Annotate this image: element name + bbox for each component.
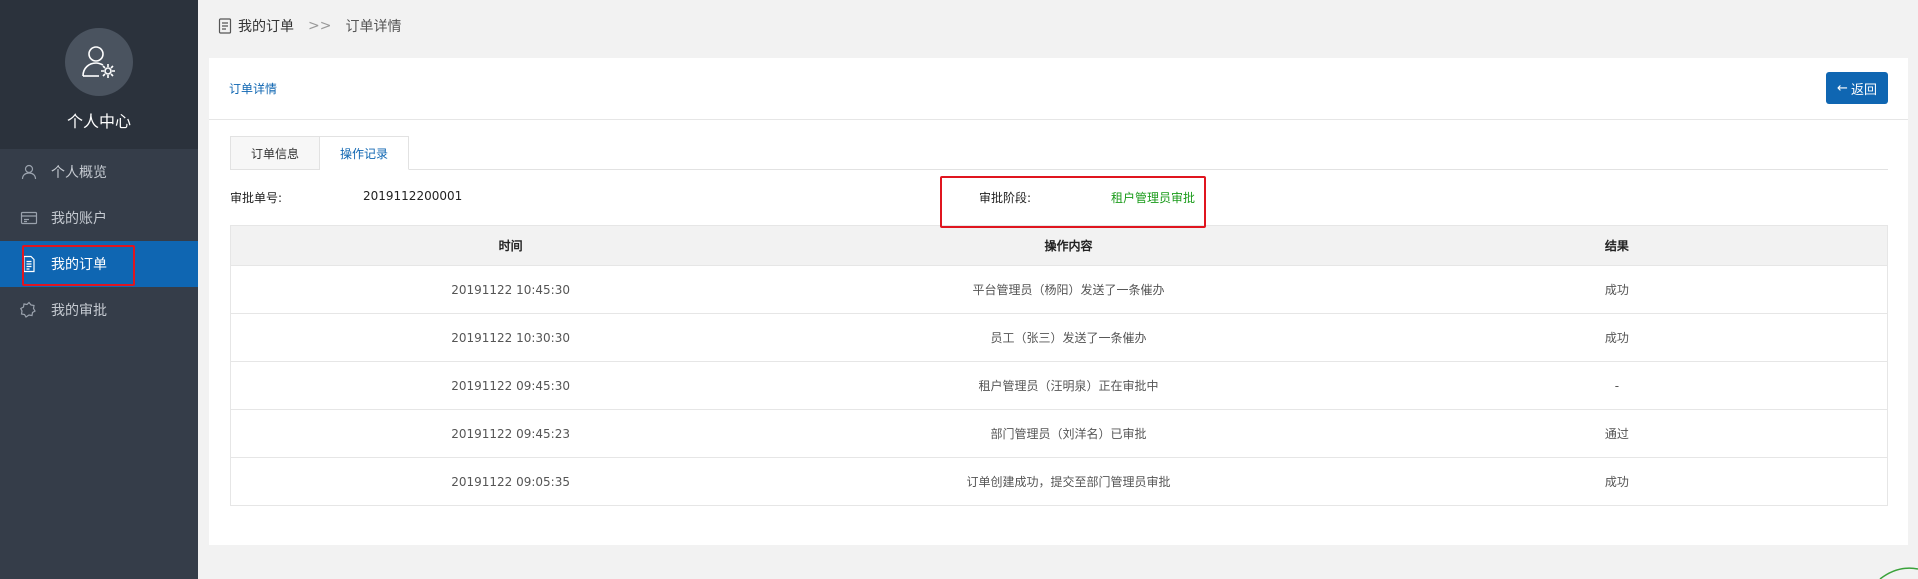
table-header-row: 时间 操作内容 结果 [230,225,1888,266]
cell-content: 订单创建成功，提交至部门管理员审批 [966,475,1171,489]
column-header-result: 结果 [1346,225,1888,266]
sidebar-item-label: 我的审批 [51,303,107,319]
approval-stage-label: 审批阶段: [979,191,1032,205]
cell-content: 平台管理员（杨阳）发送了一条催办 [790,265,1347,314]
table-row: 20191122 09:45:23 部门管理员（刘洋名）已审批 通过 [230,409,1888,458]
table-row: 20191122 09:05:35 订单创建成功，提交至部门管理员审批 成功 [231,458,1888,506]
sidebar-item-label: 我的订单 [51,257,107,273]
tab-label: 订单信息 [251,146,300,161]
back-button-label: 返回 [1850,82,1877,98]
cell-time: 20191122 09:45:30 [230,361,791,410]
cell-result: 通过 [1346,409,1888,458]
operation-log-table: 时间 操作内容 结果 20191122 10:45:30 平台管理员（杨阳）发送… [230,225,1888,506]
cell-time: 20191122 09:05:35 [451,474,570,489]
sidebar-item-orders[interactable]: 我的订单 [0,241,198,287]
panel-title: 订单详情 [229,82,278,96]
sidebar-item-account[interactable]: 我的账户 [0,195,198,241]
avatar[interactable] [65,28,133,96]
sidebar-header: 个人中心 [0,0,198,149]
cell-content: 部门管理员（刘洋名）已审批 [790,409,1347,458]
table-row: 20191122 10:45:30 平台管理员（杨阳）发送了一条催办 成功 [230,265,1888,314]
approval-meta: 审批单号: 2019112200001 审批阶段: 租户管理员审批 [230,186,1888,208]
cell-content: 租户管理员（汪明泉）正在审批中 [790,361,1347,410]
tab-operation-log[interactable]: 操作记录 [320,136,410,170]
tab-label: 操作记录 [340,146,389,161]
user-icon [19,162,39,182]
cell-content: 员工（张三）发送了一条催办 [790,313,1347,362]
sidebar-item-overview[interactable]: 个人概览 [0,149,198,195]
account-card-icon [19,208,39,228]
decorative-leaf-icon [1879,567,1918,579]
panel-header: 订单详情 [209,58,1908,120]
order-detail-panel: 订单详情 ← 返回 订单信息 操作记录 审批单号: 2019112200001 … [209,58,1908,545]
column-header-time: 时间 [230,225,791,266]
sidebar-title: 个人中心 [66,112,131,131]
user-settings-icon [82,46,115,78]
tab-order-info[interactable]: 订单信息 [230,136,321,170]
sidebar: 个人中心 个人概览 我的账户 我的订单 我的审批 [0,0,198,579]
cell-result: 成功 [1604,475,1629,489]
breadcrumb-root[interactable]: 我的订单 [238,16,294,36]
table-row: 20191122 09:45:30 租户管理员（汪明泉）正在审批中 - [230,361,1888,410]
cell-result: 成功 [1346,265,1888,314]
cell-result: - [1346,361,1888,410]
arrow-left-icon: ← [1837,80,1848,96]
sidebar-item-label: 我的账户 [51,211,107,227]
sidebar-item-approval[interactable]: 我的审批 [0,287,198,333]
approval-stage-value: 租户管理员审批 [1111,191,1196,205]
table-row: 20191122 10:30:30 员工（张三）发送了一条催办 成功 [230,313,1888,362]
tab-bar: 订单信息 操作记录 [230,136,1888,170]
approval-no-label: 审批单号: [230,191,283,205]
back-button[interactable]: ← 返回 [1826,72,1888,104]
cell-time: 20191122 09:45:23 [230,409,791,458]
breadcrumb: 我的订单 >> 订单详情 [198,0,1918,52]
breadcrumb-separator: >> [308,18,332,34]
cell-time: 20191122 10:30:30 [230,313,791,362]
approval-no-value: 2019112200001 [363,189,463,203]
document-icon [218,18,232,34]
sidebar-item-label: 个人概览 [51,165,107,181]
document-icon [19,254,39,274]
cell-result: 成功 [1346,313,1888,362]
column-header-content: 操作内容 [790,225,1347,266]
approval-icon [19,300,39,320]
cell-time: 20191122 10:45:30 [230,265,791,314]
breadcrumb-current: 订单详情 [345,19,402,35]
